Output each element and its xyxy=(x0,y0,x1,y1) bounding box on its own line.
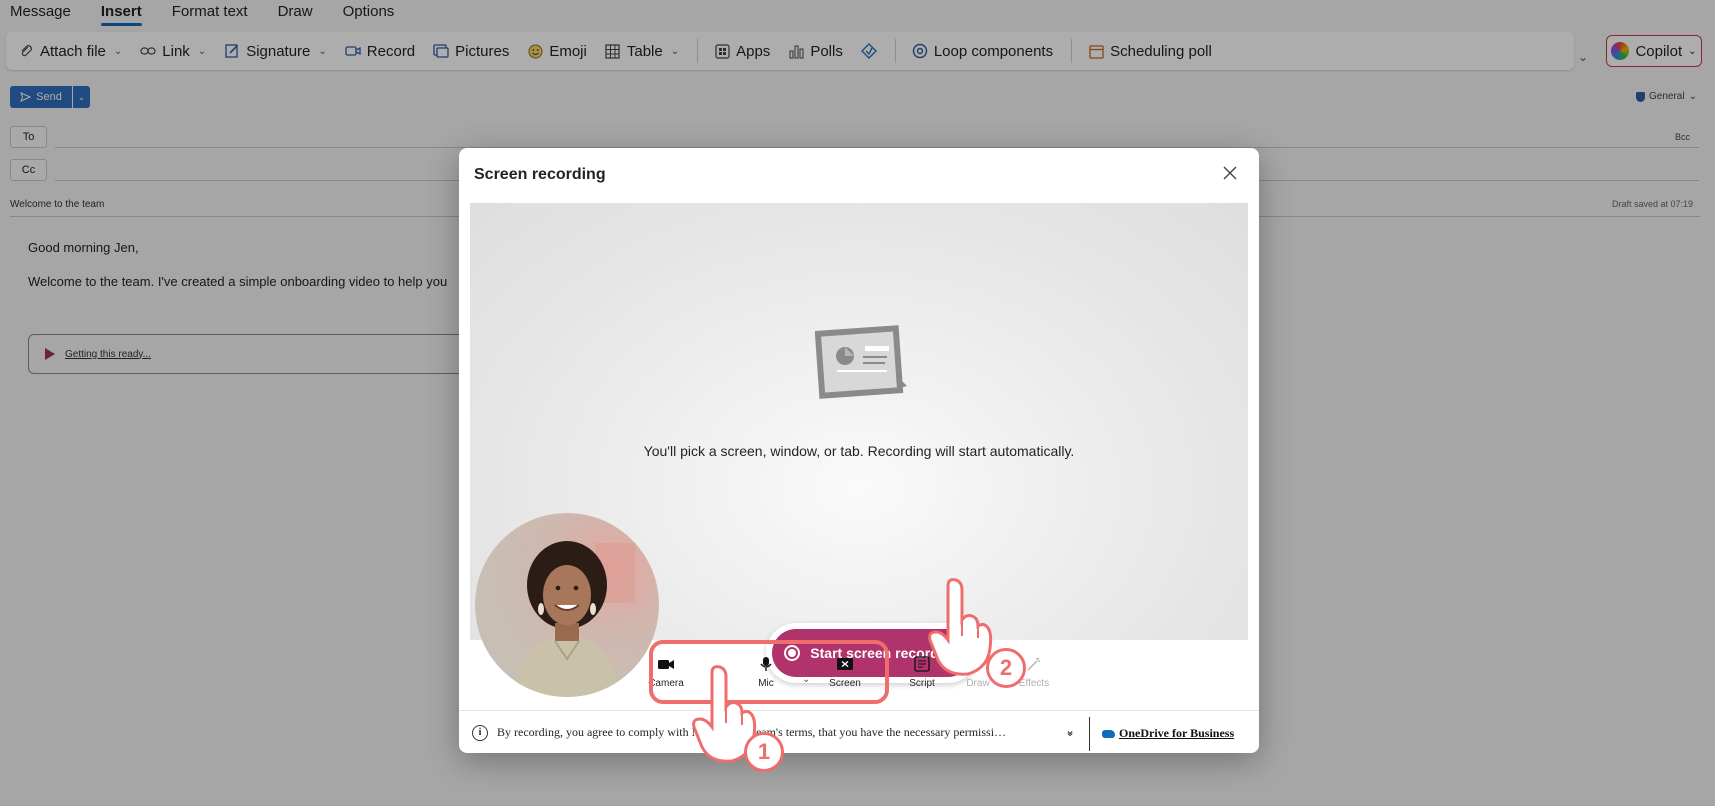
step-2-badge: 2 xyxy=(986,648,1026,688)
footer-divider xyxy=(1089,717,1090,751)
close-icon[interactable] xyxy=(1220,164,1240,184)
onedrive-cloud-icon xyxy=(1102,729,1115,738)
controls-highlight-annotation xyxy=(649,640,889,704)
dialog-footer: i By recording, you agree to comply with… xyxy=(459,710,1259,753)
preview-instructions: You'll pick a screen, window, or tab. Re… xyxy=(643,443,1075,459)
onedrive-label: OneDrive for Business xyxy=(1119,726,1235,740)
info-icon[interactable]: i xyxy=(472,725,488,741)
script-label: Script xyxy=(909,678,935,689)
draw-label: Draw xyxy=(966,678,990,689)
effects-label: Effects xyxy=(1018,678,1050,689)
expand-double-chevron-icon[interactable]: ⌄ ⌄ xyxy=(1065,723,1075,751)
screen-share-illustration-icon xyxy=(815,325,907,399)
onedrive-link[interactable]: OneDrive for Business xyxy=(1102,726,1234,741)
recording-preview: You'll pick a screen, window, or tab. Re… xyxy=(470,203,1248,697)
effects-icon xyxy=(1027,657,1040,671)
screen-recording-dialog: Screen recording You'll pick a screen, w… xyxy=(459,148,1259,753)
step-1-badge: 1 xyxy=(744,732,784,772)
dialog-title: Screen recording xyxy=(474,166,606,183)
